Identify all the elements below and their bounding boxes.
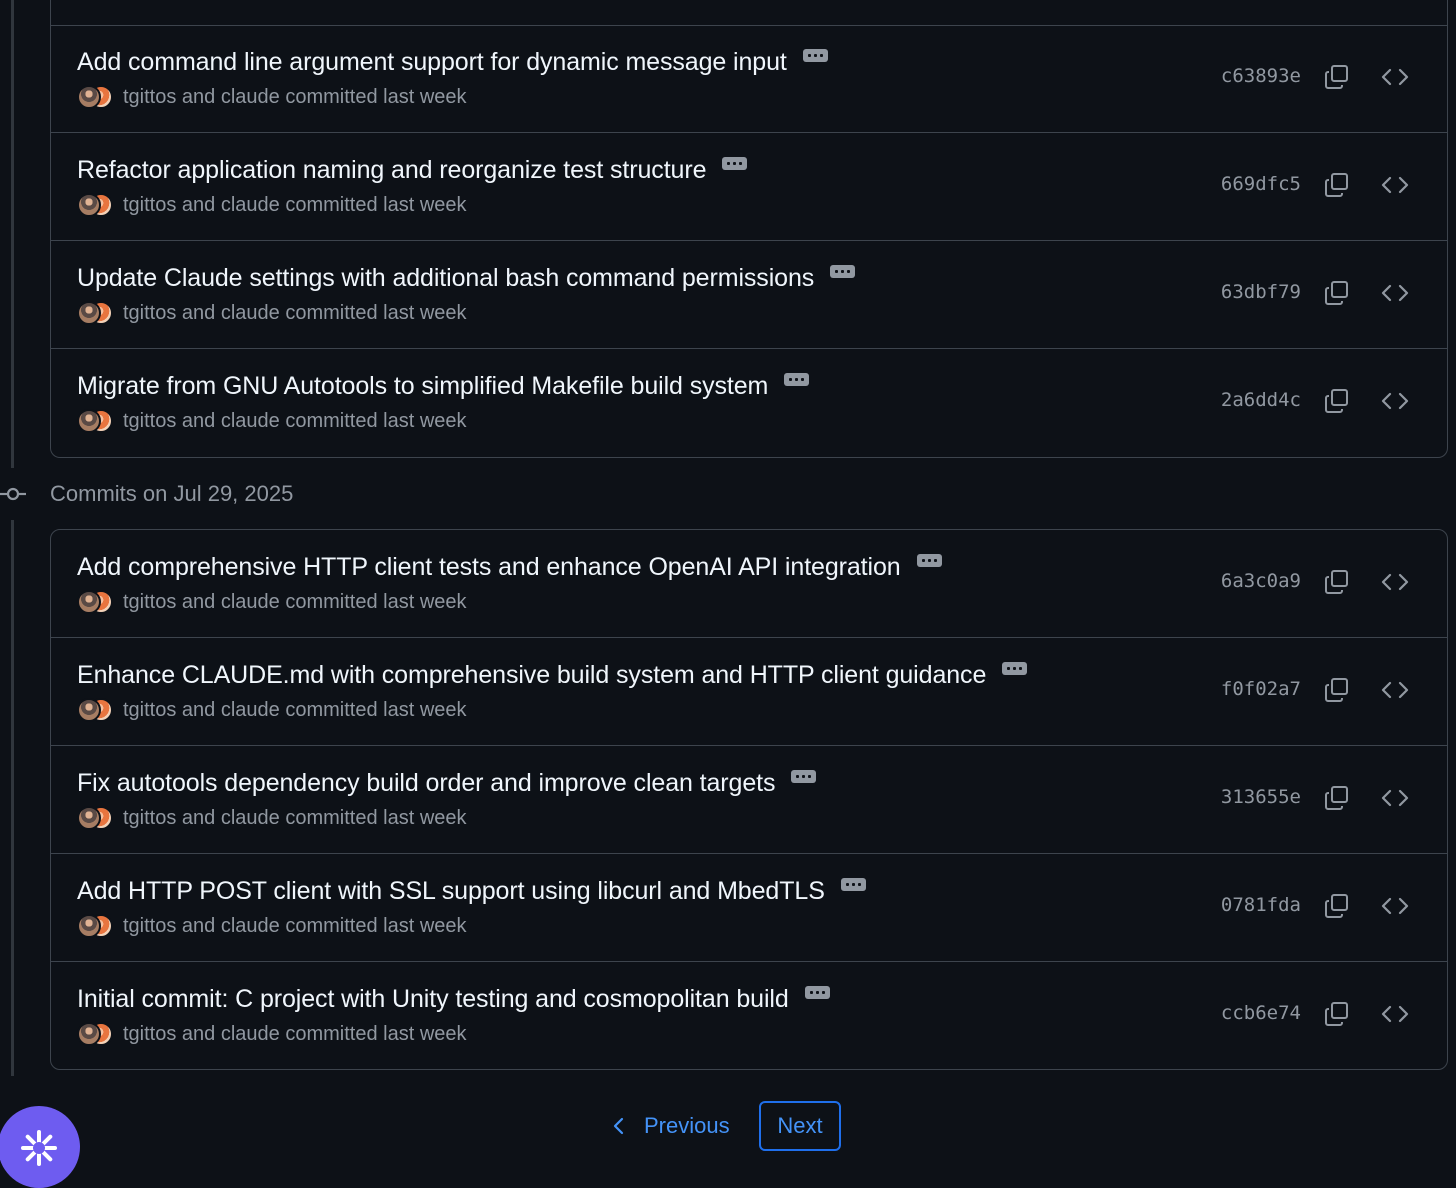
code-icon[interactable]	[1381, 894, 1409, 918]
avatar-stack[interactable]	[77, 913, 115, 939]
ellipsis-icon[interactable]	[791, 769, 817, 783]
commit-title[interactable]: Add command line argument support for dy…	[77, 48, 787, 77]
avatar-tgittos	[77, 301, 101, 325]
commit-sha[interactable]: ccb6e74	[1221, 1002, 1301, 1024]
commit-row: Initial commit: C project with Unity tes…	[51, 962, 1447, 1069]
ellipsis-icon[interactable]	[784, 372, 810, 386]
code-icon[interactable]	[1381, 678, 1409, 702]
commit-group-date: Commits on Jul 29, 2025	[50, 481, 294, 506]
avatar-tgittos	[77, 85, 101, 109]
avatar-stack[interactable]	[77, 192, 115, 218]
avatar-stack[interactable]	[77, 697, 115, 723]
commit-title[interactable]: Initial commit: C project with Unity tes…	[77, 985, 789, 1014]
commit-title[interactable]: Enhance CLAUDE.md with comprehensive bui…	[77, 661, 986, 690]
avatar-stack[interactable]	[77, 300, 115, 326]
avatar-tgittos	[77, 806, 101, 830]
commit-sha[interactable]: 63dbf79	[1221, 281, 1301, 303]
code-icon[interactable]	[1381, 570, 1409, 594]
commit-sha[interactable]: 6a3c0a9	[1221, 570, 1301, 592]
ellipsis-icon[interactable]	[1002, 661, 1028, 675]
code-icon[interactable]	[1381, 786, 1409, 810]
commit-meta: tgittos and claude committed last week	[123, 698, 467, 721]
commit-meta: tgittos and claude committed last week	[123, 590, 467, 613]
commit-meta: tgittos and claude committed last week	[123, 301, 467, 324]
commit-meta: tgittos and claude committed last week	[123, 409, 467, 432]
avatar-tgittos	[77, 698, 101, 722]
timeline-line-bottom	[11, 520, 14, 1076]
previous-label: Previous	[644, 1113, 730, 1138]
code-icon[interactable]	[1381, 65, 1409, 89]
commit-title[interactable]: Add HTTP POST client with SSL support us…	[77, 877, 825, 906]
commit-sha[interactable]: c63893e	[1221, 65, 1301, 87]
code-icon[interactable]	[1381, 1002, 1409, 1026]
avatar-tgittos	[77, 914, 101, 938]
commit-row: Fix autotools dependency build order and…	[51, 746, 1447, 854]
chevron-left-icon	[613, 1117, 624, 1135]
commit-group-jul-29: Add comprehensive HTTP client tests and …	[50, 529, 1448, 1070]
commit-sha[interactable]: 313655e	[1221, 786, 1301, 808]
ellipsis-icon[interactable]	[802, 48, 828, 62]
copy-icon[interactable]	[1323, 892, 1351, 920]
copy-icon[interactable]	[1323, 1000, 1351, 1028]
ellipsis-icon[interactable]	[830, 264, 856, 278]
commit-row: Refactor application naming and reorgani…	[51, 133, 1447, 241]
next-page-button[interactable]: Next	[759, 1101, 841, 1151]
commit-title[interactable]: Update Claude settings with additional b…	[77, 264, 814, 293]
commit-sha[interactable]: 2a6dd4c	[1221, 389, 1301, 411]
ellipsis-icon[interactable]	[916, 553, 942, 567]
commit-meta: tgittos and claude committed last week	[123, 1022, 467, 1045]
previous-commit-row-partial	[50, 0, 1448, 26]
copy-icon[interactable]	[1323, 63, 1351, 91]
avatar-tgittos	[77, 193, 101, 217]
avatar-stack[interactable]	[77, 589, 115, 615]
copy-icon[interactable]	[1323, 784, 1351, 812]
copy-icon[interactable]	[1323, 387, 1351, 415]
code-icon[interactable]	[1381, 389, 1409, 413]
commit-sha[interactable]: 0781fda	[1221, 894, 1301, 916]
avatar-stack[interactable]	[77, 805, 115, 831]
previous-page-button[interactable]: Previous	[612, 1101, 730, 1151]
timeline-line-top	[11, 0, 14, 468]
commit-group-header: Commits on Jul 29, 2025	[0, 476, 600, 512]
avatar-tgittos	[77, 409, 101, 433]
avatar-stack[interactable]	[77, 1021, 115, 1047]
copy-icon[interactable]	[1323, 171, 1351, 199]
commit-row: Update Claude settings with additional b…	[51, 241, 1447, 349]
code-icon[interactable]	[1381, 173, 1409, 197]
next-label: Next	[777, 1113, 823, 1138]
avatar-tgittos	[77, 1022, 101, 1046]
assistant-fab[interactable]	[0, 1106, 80, 1188]
commit-meta: tgittos and claude committed last week	[123, 193, 467, 216]
commit-title[interactable]: Add comprehensive HTTP client tests and …	[77, 553, 901, 582]
commit-row: Migrate from GNU Autotools to simplified…	[51, 349, 1447, 457]
commit-row: Add HTTP POST client with SSL support us…	[51, 854, 1447, 962]
avatar-tgittos	[77, 590, 101, 614]
sparkle-icon	[21, 1130, 57, 1166]
avatar-stack[interactable]	[77, 84, 115, 110]
commit-row: Add command line argument support for dy…	[51, 25, 1447, 133]
commit-sha[interactable]: 669dfc5	[1221, 173, 1301, 195]
commit-title[interactable]: Refactor application naming and reorgani…	[77, 156, 706, 185]
commit-title[interactable]: Migrate from GNU Autotools to simplified…	[77, 372, 768, 401]
commit-meta: tgittos and claude committed last week	[123, 85, 467, 108]
avatar-stack[interactable]	[77, 408, 115, 434]
copy-icon[interactable]	[1323, 676, 1351, 704]
commit-meta: tgittos and claude committed last week	[123, 914, 467, 937]
commit-sha[interactable]: f0f02a7	[1221, 678, 1301, 700]
ellipsis-icon[interactable]	[722, 156, 748, 170]
code-icon[interactable]	[1381, 281, 1409, 305]
copy-icon[interactable]	[1323, 279, 1351, 307]
pagination: Previous Next	[0, 1101, 1456, 1151]
commit-title[interactable]: Fix autotools dependency build order and…	[77, 769, 775, 798]
ellipsis-icon[interactable]	[840, 877, 866, 891]
ellipsis-icon[interactable]	[804, 985, 830, 999]
git-commit-icon	[0, 487, 26, 501]
copy-icon[interactable]	[1323, 568, 1351, 596]
commit-group-above: Add command line argument support for dy…	[50, 25, 1448, 458]
commit-row: Add comprehensive HTTP client tests and …	[51, 530, 1447, 638]
commit-row: Enhance CLAUDE.md with comprehensive bui…	[51, 638, 1447, 746]
commit-meta: tgittos and claude committed last week	[123, 806, 467, 829]
